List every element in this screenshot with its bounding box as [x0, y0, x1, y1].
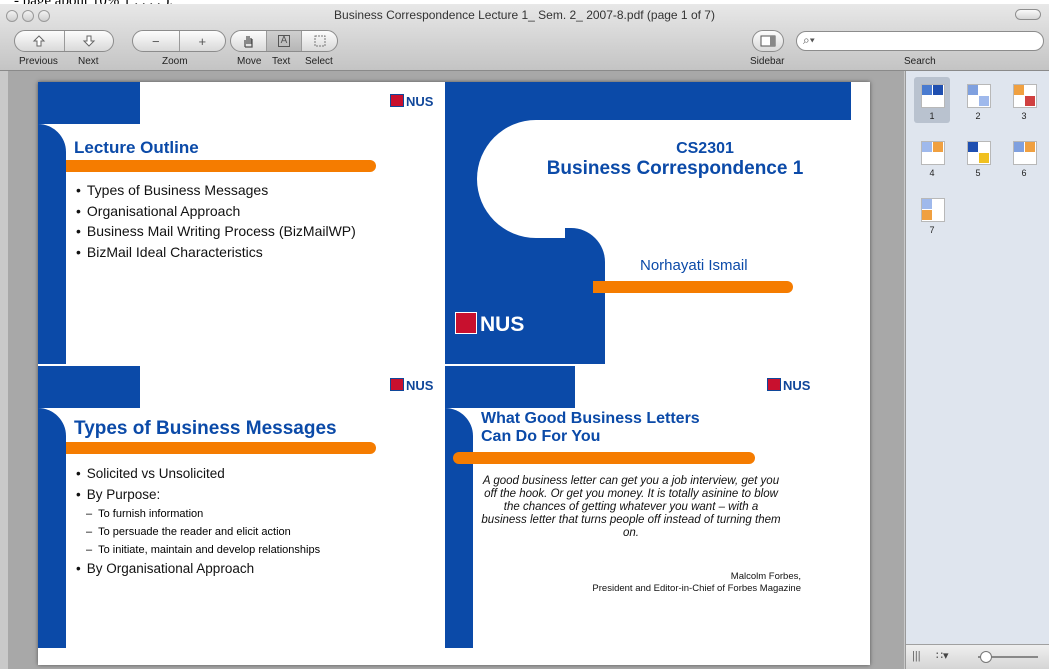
thumbnail-label: 3 — [1021, 111, 1027, 121]
prev-next-control — [14, 30, 114, 52]
preview-window: Business Correspondence Lecture 1_ Sem. … — [0, 4, 1049, 669]
pdf-page: NUS Lecture Outline Types of Business Me… — [38, 82, 870, 665]
quote-attribution: Malcolm Forbes, President and Editor-in-… — [592, 571, 801, 595]
thumbnail-label: 7 — [929, 225, 935, 235]
thumbnail-page-1[interactable] — [921, 84, 945, 108]
select-tool-button[interactable] — [301, 31, 337, 51]
window-title: Business Correspondence Lecture 1_ Sem. … — [334, 8, 715, 22]
slide-lecture-outline: NUS Lecture Outline Types of Business Me… — [38, 82, 444, 364]
thumbnail-options-icon[interactable]: ∷▾ — [936, 649, 949, 662]
slide-good-letters: NUS What Good Business Letters Can Do Fo… — [445, 366, 851, 648]
thumbnail-page-4[interactable] — [921, 141, 945, 165]
slide-title: Lecture Outline — [74, 138, 199, 157]
thumbnail-label: 1 — [929, 111, 935, 121]
list-item: By Organisational Approach — [76, 559, 254, 580]
outline-bullets: Types of Business Messages Organisationa… — [76, 180, 356, 262]
zoom-control: − + — [132, 30, 226, 52]
list-item: BizMail Ideal Characteristics — [76, 242, 356, 263]
previous-label: Previous — [19, 56, 58, 67]
nus-logo-text: NUS — [783, 378, 811, 393]
thumbnail-page-7[interactable] — [921, 198, 945, 222]
thumbnail-label: 6 — [1021, 168, 1027, 178]
sidebar-icon — [760, 35, 776, 47]
list-item: Types of Business Messages — [76, 180, 356, 201]
thumbnail-label: 4 — [929, 168, 935, 178]
sidebar-bottom-bar: ||| ∷▾ — [906, 644, 1049, 669]
nus-logo-text: NUS — [406, 94, 434, 109]
arrow-up-icon — [33, 35, 46, 47]
quote-text: A good business letter can get you a job… — [481, 475, 781, 539]
list-item: Business Mail Writing Process (BizMailWP… — [76, 221, 356, 242]
zoom-label: Zoom — [162, 56, 188, 67]
next-button[interactable] — [63, 31, 114, 51]
text-label: Text — [272, 56, 291, 67]
select-label: Select — [305, 56, 333, 67]
thumbnail-page-2[interactable] — [967, 84, 991, 108]
purpose-sublist: To furnish information To persuade the r… — [76, 505, 320, 559]
nus-logo: NUS — [390, 94, 433, 109]
attribution-role: President and Editor-in-Chief of Forbes … — [592, 583, 801, 594]
title-toolbar: Business Correspondence Lecture 1_ Sem. … — [0, 4, 1049, 71]
document-view[interactable]: NUS Lecture Outline Types of Business Me… — [8, 71, 904, 669]
thumbnail-label: 5 — [975, 168, 981, 178]
thumbnail-page-6[interactable] — [1013, 141, 1037, 165]
previous-button[interactable] — [15, 31, 64, 51]
author-name: Norhayati Ismail — [640, 257, 748, 274]
slide-title: Types of Business Messages — [74, 418, 337, 439]
zoom-out-button[interactable]: − — [133, 31, 179, 51]
text-select-icon: A — [277, 35, 291, 47]
types-bullets-2: By Organisational Approach — [76, 559, 254, 580]
list-item: To initiate, maintain and develop relati… — [86, 541, 320, 559]
thumbnail-page-5[interactable] — [967, 141, 991, 165]
thumbnail-page-3[interactable] — [1013, 84, 1037, 108]
search-icon: ⌕▾ — [803, 33, 815, 47]
hand-icon — [244, 36, 253, 48]
slide-cover: CS2301 Business Correspondence 1 Norhaya… — [445, 82, 851, 364]
search-input[interactable]: ⌕▾ — [796, 31, 1044, 51]
thumbnail-sidebar: 1 2 3 4 5 6 7 ||| ∷▾ — [905, 71, 1049, 669]
thumbnail-label: 2 — [975, 111, 981, 121]
nus-logo-cover: NUS — [455, 312, 524, 337]
marquee-select-icon — [314, 35, 326, 47]
slide-title: What Good Business Letters Can Do For Yo… — [481, 410, 700, 446]
course-code: CS2301 — [676, 140, 734, 157]
course-title: Business Correspondence 1 — [546, 158, 804, 179]
move-tool-button[interactable] — [231, 31, 266, 51]
title-line-2: Can Do For You — [481, 428, 601, 445]
sidebar-toggle-part — [753, 31, 783, 51]
attribution-name: Malcolm Forbes, — [730, 571, 801, 582]
sidebar-toggle-button[interactable] — [752, 30, 784, 52]
arrow-down-icon — [82, 35, 95, 47]
nus-logo: NUS — [390, 378, 433, 393]
title-line-1: What Good Business Letters — [481, 410, 700, 427]
sidebar-label: Sidebar — [750, 56, 785, 67]
list-item: Organisational Approach — [76, 201, 356, 222]
nus-logo: NUS — [767, 378, 810, 393]
toolbar-toggle-button[interactable] — [1015, 9, 1041, 20]
resize-grip-icon[interactable]: ||| — [912, 650, 921, 662]
list-item: By Purpose: — [76, 485, 225, 506]
zoom-in-button[interactable]: + — [178, 31, 226, 51]
text-tool-button[interactable]: A — [265, 31, 302, 51]
tool-mode-control: A — [230, 30, 338, 52]
next-label: Next — [78, 56, 99, 67]
list-item: To persuade the reader and elicit action — [86, 523, 320, 541]
nus-logo-text: NUS — [406, 378, 434, 393]
nus-logo-text: NUS — [480, 313, 525, 336]
list-item: Solicited vs Unsolicited — [76, 464, 225, 485]
slider-knob[interactable] — [980, 651, 992, 663]
move-label: Move — [237, 56, 262, 67]
list-item: To furnish information — [86, 505, 320, 523]
search-label: Search — [904, 56, 936, 67]
slide-types-of-messages: NUS Types of Business Messages Solicited… — [38, 366, 444, 648]
types-bullets: Solicited vs Unsolicited By Purpose: — [76, 464, 225, 505]
